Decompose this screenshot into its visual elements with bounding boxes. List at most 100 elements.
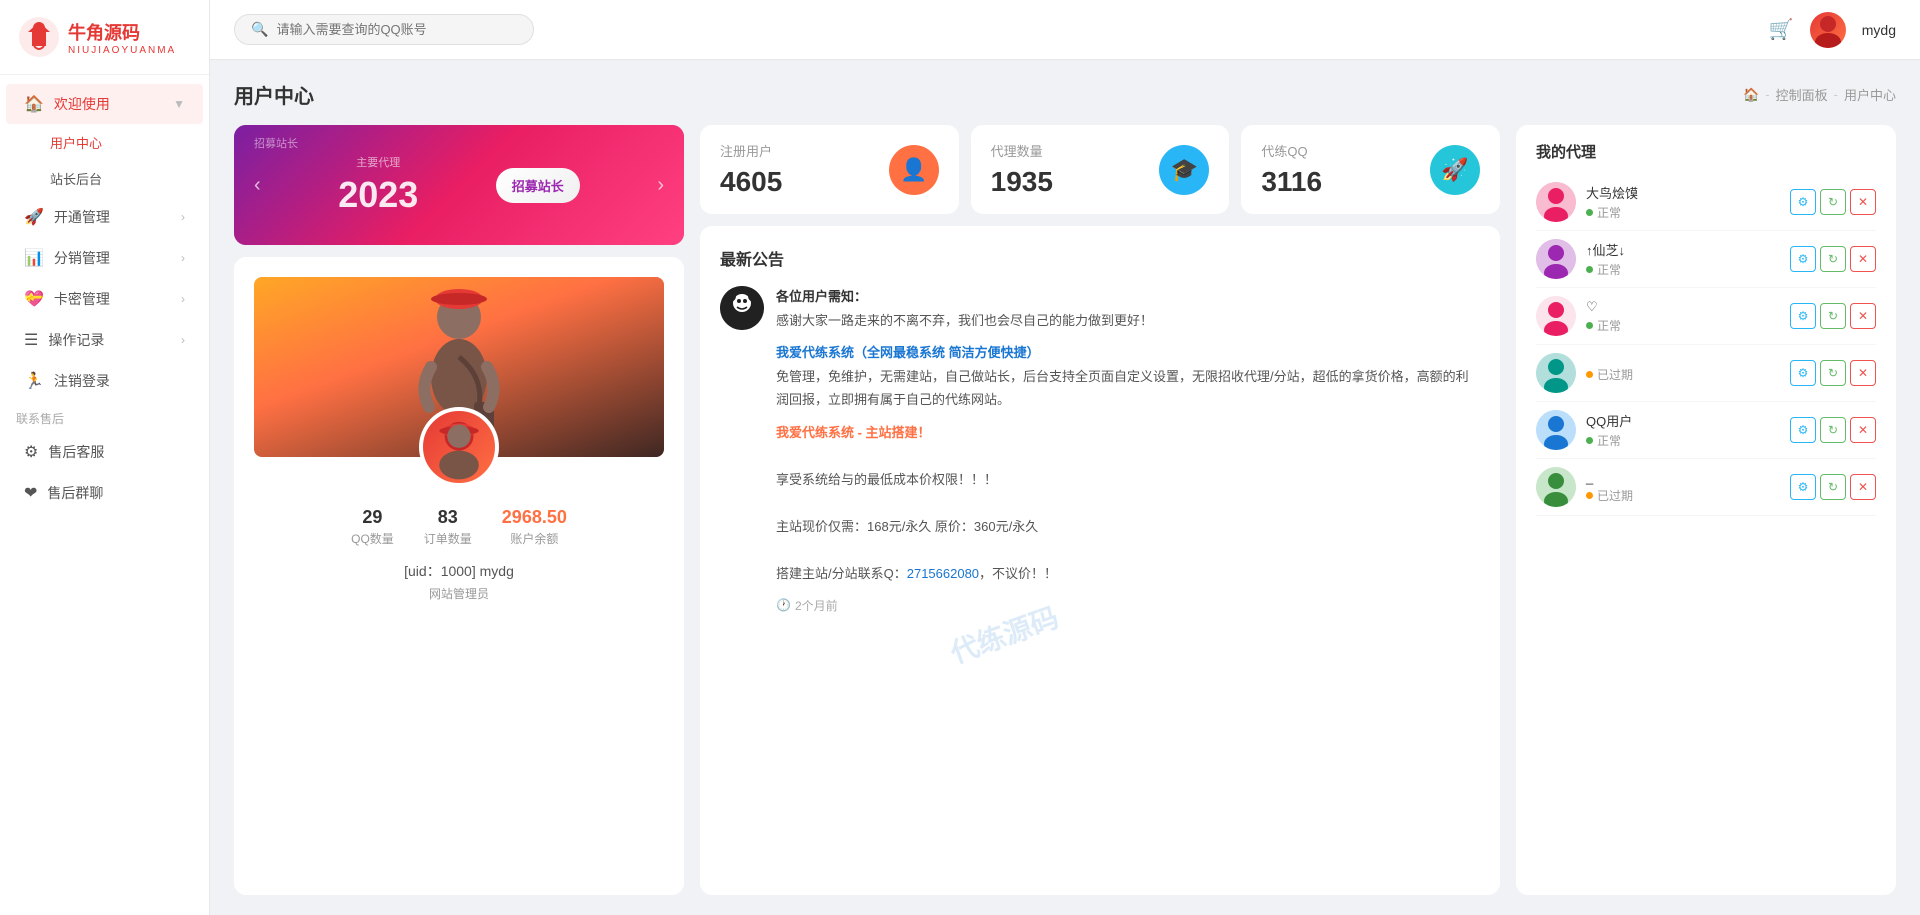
agent-info-5: _ 已过期 [1586,470,1790,504]
agent-gear-button-1[interactable]: ⚙ [1790,246,1816,272]
sidebar-item-logout[interactable]: 🏃 注销登录 [6,361,203,401]
sidebar-item-after-sale-group[interactable]: ❤ 售后群聊 [6,473,203,513]
list-item: _ 已过期 ⚙ ↻ ✕ [1536,459,1876,516]
ann-intro: 感谢大家一路走来的不离不弃，我们也会尽自己的能力做到更好！ [776,311,1480,332]
ann-section2-body: 享受系统给与的最低成本价权限！！！ 主站现价仅需：168元/永久 原价：360元… [776,445,1480,585]
left-column: ‹ 主要代理 2023 招募站长 › 招募站长 [234,125,684,895]
page-header: 用户中心 [234,80,314,109]
agent-refresh-button-2[interactable]: ↻ [1820,303,1846,329]
contact-qq: 2715662080 [907,566,979,581]
stat-card-qq-left: 代练QQ 3116 [1261,141,1322,198]
sidebar-item-welcome[interactable]: 🏠 欢迎使用 ▼ [6,84,203,124]
agent-status-3: 已过期 [1586,366,1790,383]
sidebar-sub-backend-label: 站长后台 [50,169,102,188]
agent-name-2: ♡ [1586,299,1790,315]
list-item: ♡ 正常 ⚙ ↻ ✕ [1536,288,1876,345]
chevron-down-icon: ▼ [173,97,185,111]
balance-label: 账户余额 [502,530,567,547]
sidebar-item-backend[interactable]: 站长后台 [6,161,203,196]
chart-icon: 📊 [24,248,44,268]
content-grid: ‹ 主要代理 2023 招募站长 › 招募站长 [234,125,1896,895]
banner-cta-button[interactable]: 招募站长 [496,168,580,203]
banner-sublabel: 主要代理 [356,154,400,170]
users-icon: 👤 [889,145,939,195]
agent-name-4: QQ用户 [1586,411,1790,430]
middle-column: 注册用户 4605 👤 代理数量 1935 🎓 [700,125,1500,895]
sidebar-item-dist-manage[interactable]: 📊 分销管理 › [6,238,203,278]
agent-info-3: 已过期 [1586,364,1790,383]
agents-card: 我的代理 大鸟烩馍 正常 [1516,125,1896,895]
agent-gear-button-4[interactable]: ⚙ [1790,417,1816,443]
sidebar-item-service-label: 售后客服 [48,442,104,462]
agent-actions-2: ⚙ ↻ ✕ [1790,303,1876,329]
agent-refresh-button-5[interactable]: ↻ [1820,474,1846,500]
sidebar-item-group-label: 售后群聊 [47,483,103,503]
list-item: QQ用户 正常 ⚙ ↻ ✕ [1536,402,1876,459]
agent-delete-button-0[interactable]: ✕ [1850,189,1876,215]
ann-time: 2个月前 [795,597,838,614]
profile-stats: 29 QQ数量 83 订单数量 2968.50 账户余额 [254,507,664,547]
sidebar-item-logout-label: 注销登录 [54,371,110,391]
agent-name-0: 大鸟烩馍 [1586,183,1790,202]
agent-refresh-button-4[interactable]: ↻ [1820,417,1846,443]
agent-actions-0: ⚙ ↻ ✕ [1790,189,1876,215]
agent-delete-button-1[interactable]: ✕ [1850,246,1876,272]
banner-prev-arrow[interactable]: ‹ [254,174,261,197]
chevron-right-icon4: › [181,333,185,347]
agent-refresh-button-1[interactable]: ↻ [1820,246,1846,272]
status-text-0: 正常 [1597,204,1621,221]
banner-main-label: 招募站长 [254,135,298,151]
stat-order-count: 83 订单数量 [424,507,472,547]
search-box[interactable]: 🔍 [234,14,534,45]
agent-avatar-5 [1536,467,1576,507]
logo-main: 牛角源码 [68,19,176,45]
status-text-4: 正常 [1597,432,1621,449]
status-text-3: 已过期 [1597,366,1633,383]
agent-gear-button-2[interactable]: ⚙ [1790,303,1816,329]
agent-avatar-2 [1536,296,1576,336]
banner-content: 主要代理 2023 [338,154,418,216]
profile-role: 网站管理员 [429,585,489,602]
agent-gear-button-5[interactable]: ⚙ [1790,474,1816,500]
stat-card-qq: 代练QQ 3116 🚀 [1241,125,1500,214]
user-avatar-top[interactable] [1810,12,1846,48]
list-item: ↑仙芝↓ 正常 ⚙ ↻ ✕ [1536,231,1876,288]
sidebar-item-user-center[interactable]: 用户中心 [6,125,203,160]
username-label[interactable]: mydg [1862,22,1896,38]
page-header-row: 用户中心 🏠 - 控制面板 - 用户中心 [234,80,1896,109]
sidebar-item-open-manage[interactable]: 🚀 开通管理 › [6,197,203,237]
qq-count-label: QQ数量 [351,530,394,547]
agent-avatar-3 [1536,353,1576,393]
banner-next-arrow[interactable]: › [657,174,664,197]
breadcrumb-sep2: - [1834,87,1838,102]
agent-delete-button-4[interactable]: ✕ [1850,417,1876,443]
stat-qq-count: 29 QQ数量 [351,507,394,547]
agent-gear-button-3[interactable]: ⚙ [1790,360,1816,386]
agent-gear-button-0[interactable]: ⚙ [1790,189,1816,215]
breadcrumb-user-center: 用户中心 [1844,85,1896,104]
sidebar-item-welcome-label: 欢迎使用 [54,94,110,114]
sidebar-item-operation-log[interactable]: ☰ 操作记录 › [6,320,203,360]
stat-balance: 2968.50 账户余额 [502,507,567,547]
status-dot-5 [1586,492,1593,499]
agent-status-0: 正常 [1586,204,1790,221]
agent-refresh-button-0[interactable]: ↻ [1820,189,1846,215]
stat-card-agents: 代理数量 1935 🎓 [971,125,1230,214]
logo-icon [18,16,60,58]
agent-avatar-4 [1536,410,1576,450]
agent-refresh-button-3[interactable]: ↻ [1820,360,1846,386]
search-input[interactable] [276,22,517,37]
cart-icon[interactable]: 🛒 [1769,17,1794,42]
stat-card-agents-title: 代理数量 [991,141,1053,160]
status-dot-4 [1586,437,1593,444]
agent-delete-button-5[interactable]: ✕ [1850,474,1876,500]
stat-card-qq-num: 3116 [1261,166,1322,198]
sidebar-menu: 🏠 欢迎使用 ▼ 用户中心 站长后台 🚀 开通管理 › 📊 分销管理 › 💝 卡… [0,75,209,915]
agent-actions-4: ⚙ ↻ ✕ [1790,417,1876,443]
agent-delete-button-3[interactable]: ✕ [1850,360,1876,386]
sidebar-item-customer-service[interactable]: ⚙ 售后客服 [6,432,203,472]
agent-delete-button-2[interactable]: ✕ [1850,303,1876,329]
sidebar-item-dist-label: 分销管理 [54,248,110,268]
sidebar-item-card-manage[interactable]: 💝 卡密管理 › [6,279,203,319]
ann-header: 各位用户需知： [776,286,1480,305]
